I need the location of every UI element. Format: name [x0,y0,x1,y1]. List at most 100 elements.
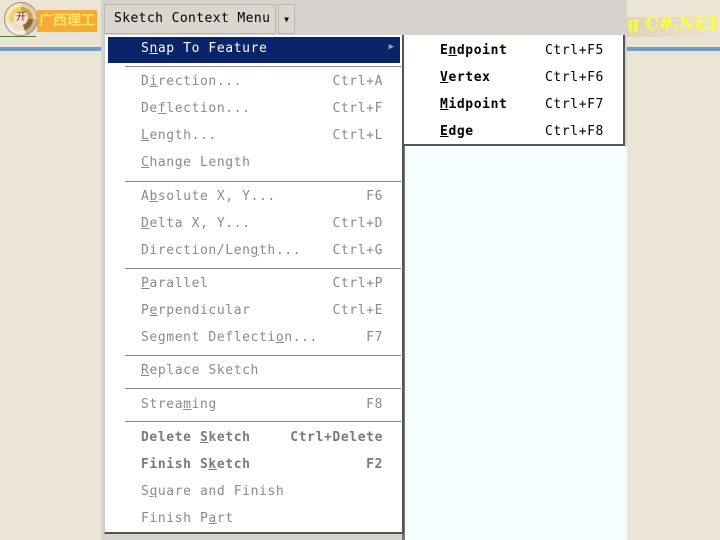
menu-item-shortcut: F8 [366,397,383,412]
label-part: th... [258,243,302,258]
toolbar-label: Sketch Context Menu [114,11,271,26]
toolbar-dropdown-button[interactable]: ▼ [278,4,295,34]
menu-item[interactable]: Perpendicular Ctrl+E [105,299,401,325]
label-part: e [149,303,158,318]
school-name: 广西理工 [37,10,97,32]
menu-item-shortcut: Ctrl+A [332,74,383,89]
menu-item[interactable]: Segment Deflection... F7 [105,326,401,352]
snap-to-feature-submenu: Endpoint Ctrl+F5 Vertex Ctrl+F6 Midpoint Ctrl… [404,35,625,146]
label-part: g [250,243,259,258]
menu-item[interactable]: Length... Ctrl+L [105,124,401,150]
logo-underline [0,36,36,37]
menu-item[interactable]: Direction... Ctrl+A [105,70,401,96]
menu-item-label: Perpendicular [141,303,251,318]
label-part: idpoint [448,97,508,112]
submenu-item-label: Endpoint [440,43,507,58]
label-part: hange Length [149,155,251,170]
menu-item-label: Absolute X, Y... [141,189,276,204]
menu-separator [125,66,401,68]
menu-item-label: Finish Sketch [141,457,251,472]
label-part: b [149,189,158,204]
menu-item[interactable]: Square and Finish [105,480,401,506]
label-part: q [149,484,158,499]
menu-item-shortcut: Ctrl+Delete [290,430,383,445]
menu-item[interactable]: Finish Part [105,507,401,533]
menu-item-shortcut: Ctrl+P [332,276,383,291]
label-part: uare and Finish [157,484,285,499]
submenu-item-shortcut: Ctrl+F6 [545,70,604,85]
sketch-context-menu-button[interactable]: Sketch Context Menu [104,4,276,34]
menu-item[interactable]: Delta X, Y... Ctrl+D [105,212,401,238]
label-part: a [208,511,217,526]
menu-item[interactable]: Snap To Feature ▶ [108,37,400,63]
submenu-item-shortcut: Ctrl+F7 [545,97,604,112]
menu-item[interactable]: Direction/Length... Ctrl+G [105,239,401,265]
menu-item-label: Change Length [141,155,251,170]
submenu-item[interactable]: Midpoint Ctrl+F7 [404,92,623,118]
menu-item-label: Delete Sketch [141,430,251,445]
label-part: De [141,101,158,116]
menu-item-label: Snap To Feature [141,41,267,56]
menu-item-label: Deflection... [141,101,251,116]
map-canvas[interactable] [405,146,627,540]
label-part: ing [191,397,217,412]
menu-item-shortcut: Ctrl+E [332,303,383,318]
menu-item-label: Streaming [141,397,217,412]
label-part: rection... [157,74,243,89]
submenu-item-shortcut: Ctrl+F8 [545,124,604,139]
submenu-item-label: Vertex [440,70,491,85]
school-logo-icon: 开 [4,2,38,36]
logo-glyph: 开 [14,11,28,25]
menu-item-label: Delta X, Y... [141,216,251,231]
menu-item[interactable]: Replace Sketch [105,359,401,385]
menu-item-label: Segment Deflection... [141,330,318,345]
label-part: eplace Sketch [149,363,259,378]
submenu-item-label: Edge [440,124,474,139]
menu-separator [125,181,401,183]
label-part: Delete [141,430,200,445]
menu-separator [125,355,401,357]
label-part: solute X, Y... [157,189,276,204]
menu-separator [125,268,401,270]
label-part: rt [216,511,234,526]
label-part: Finish P [141,511,209,526]
menu-item[interactable]: Finish Sketch F2 [105,453,401,479]
label-part: ertex [448,70,491,85]
label-part: i [149,74,158,89]
menu-item-label: Direction... [141,74,242,89]
label-part: lection... [166,101,251,116]
submenu-item-shortcut: Ctrl+F5 [545,43,604,58]
menu-item-shortcut: F6 [366,189,383,204]
menu-item[interactable]: Streaming F8 [105,393,401,419]
menu-item-label: Square and Finish [141,484,284,499]
label-part: etch [216,457,251,472]
slide-title: Using C#.NET [623,14,720,34]
menu-item-label: Length... [141,128,217,143]
label-part: o [275,330,285,345]
submenu-item[interactable]: Edge Ctrl+F8 [404,119,623,145]
label-part: Finish S [141,457,209,472]
menu-separator [125,421,401,423]
menu-item[interactable]: Parallel Ctrl+P [105,272,401,298]
menu-item-shortcut: Ctrl+D [332,216,383,231]
submenu-item[interactable]: Vertex Ctrl+F6 [404,65,623,91]
menu-item-label: Finish Part [141,511,234,526]
menu-item[interactable]: Deflection... Ctrl+F [105,97,401,123]
label-part: dge [448,124,474,139]
label-part: ength... [149,128,217,143]
menu-item[interactable]: Change Length [105,151,401,177]
menu-separator [125,388,401,390]
label-part: m [183,397,192,412]
label-part: ap To Feature [157,41,268,56]
menu-item[interactable]: Absolute X, Y... F6 [105,185,401,211]
label-part: Strea [141,397,184,412]
sketch-context-menu: Snap To Feature ▶ Direction... Ctrl+A Deflec… [104,35,404,534]
label-part: k [208,457,217,472]
menu-item-shortcut: Ctrl+G [332,243,383,258]
menu-item-shortcut: F7 [366,330,383,345]
label-part: elta X, Y... [149,216,251,231]
menu-item[interactable]: Delete Sketch Ctrl+Delete [105,426,401,452]
chevron-down-icon: ▼ [284,15,289,24]
submenu-item[interactable]: Endpoint Ctrl+F5 [404,38,623,64]
menu-item-label: Parallel [141,276,208,291]
